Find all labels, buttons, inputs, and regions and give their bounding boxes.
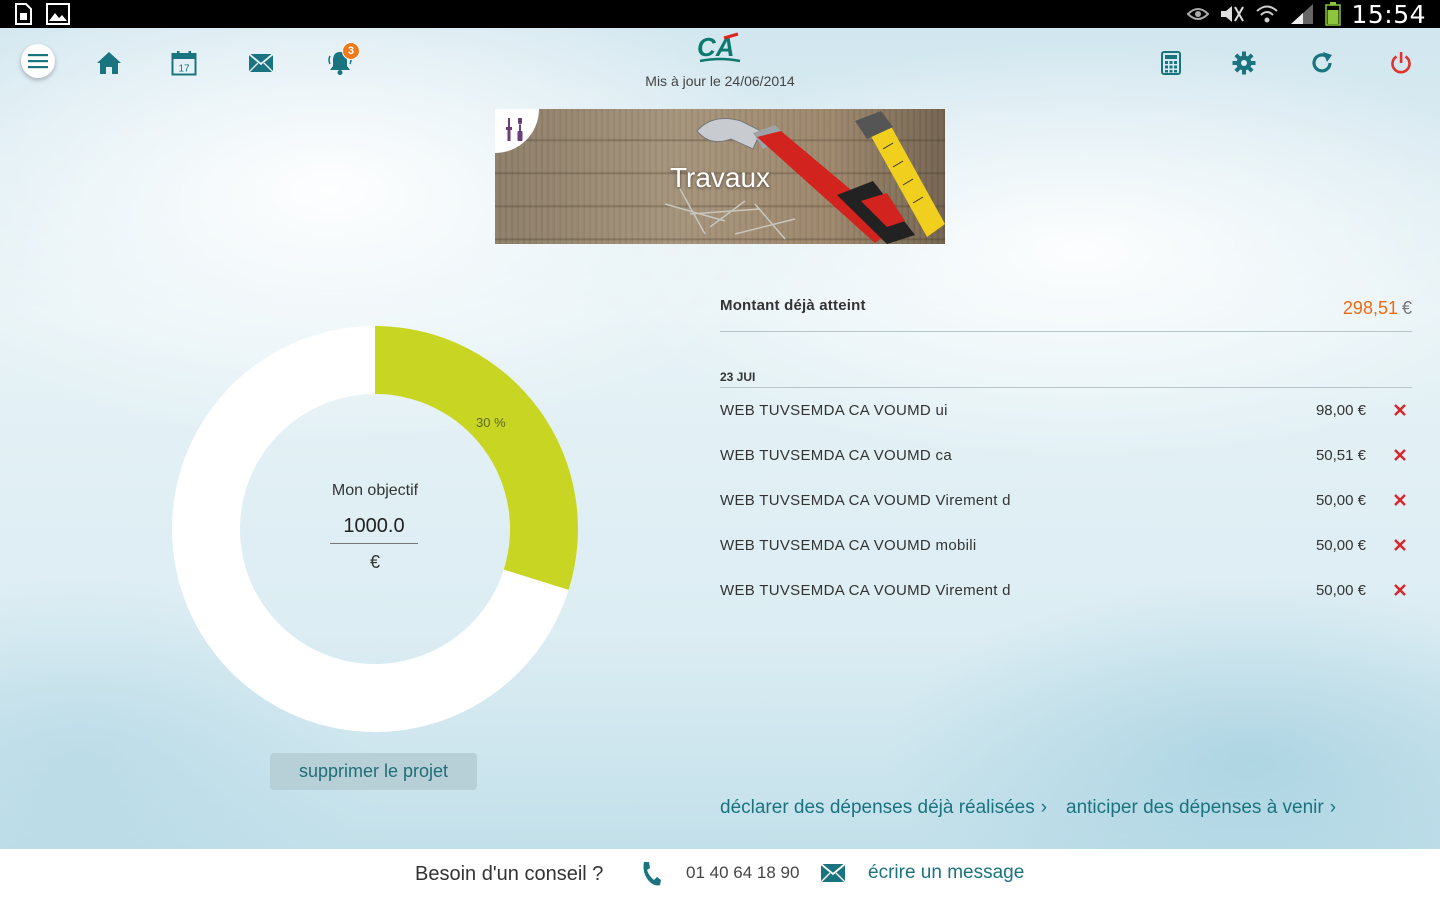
sim-card-icon: [15, 3, 32, 25]
mail-icon: [820, 863, 846, 883]
status-time: 15:54: [1351, 0, 1426, 29]
write-message-icon-button[interactable]: [820, 863, 846, 888]
chevron-right-icon: ›: [1040, 797, 1048, 818]
transactions-date-header: 23 JUI: [720, 368, 1412, 388]
amount-reached-label: Montant déjà atteint: [720, 297, 866, 314]
logout-button[interactable]: [1386, 48, 1416, 78]
delete-transaction-button[interactable]: [1390, 580, 1410, 600]
transaction-row: WEB TUVSEMDA CA VOUMD mobili 50,00 €: [720, 524, 1412, 569]
transaction-amount: 50,00 €: [1315, 537, 1366, 554]
write-message-link[interactable]: écrire un message: [868, 862, 1024, 884]
transaction-amount: 50,00 €: [1315, 492, 1366, 509]
call-button[interactable]: [640, 861, 662, 892]
progress-percent-label: 30 %: [476, 415, 506, 430]
declare-past-expenses-label: déclarer des dépenses déjà réalisées: [720, 797, 1035, 818]
amount-reached-number: 298,51: [1342, 298, 1398, 318]
gear-icon: [1232, 51, 1256, 75]
app-toolbar: 17 3 CA Mis à jour le 24/06/2014: [0, 28, 1440, 98]
menu-icon: [28, 54, 48, 69]
power-icon: [1391, 52, 1411, 74]
image-icon: [46, 3, 70, 25]
anticipate-future-expenses-label: anticiper des dépenses à venir: [1066, 797, 1324, 818]
transaction-label: WEB TUVSEMDA CA VOUMD mobili: [720, 537, 977, 554]
transaction-amount: 50,51 €: [1315, 447, 1366, 464]
calculator-button[interactable]: [1156, 48, 1186, 78]
chevron-right-icon: ›: [1329, 797, 1337, 818]
refresh-icon: [1312, 52, 1332, 73]
close-icon: [1394, 584, 1406, 596]
advice-label: Besoin d'un conseil ?: [415, 863, 604, 885]
phone-icon: [643, 862, 661, 886]
transaction-row: WEB TUVSEMDA CA VOUMD Virement d 50,00 €: [720, 479, 1412, 524]
close-icon: [1394, 494, 1406, 506]
project-title: Travaux: [669, 162, 771, 193]
eye-icon: [1187, 8, 1210, 20]
wifi-icon: [1256, 5, 1279, 23]
goal-amount-input[interactable]: 1000.0: [330, 512, 418, 544]
transaction-label: WEB TUVSEMDA CA VOUMD ui: [720, 402, 948, 419]
close-icon: [1394, 449, 1406, 461]
transaction-row: WEB TUVSEMDA CA VOUMD Virement d 50,00 €: [720, 569, 1412, 614]
declare-past-expenses-link[interactable]: déclarer des dépenses déjà réalisées ›: [720, 797, 1047, 819]
tools-icon: [506, 118, 523, 141]
mute-icon: [1221, 6, 1245, 22]
refresh-button[interactable]: [1307, 48, 1337, 78]
delete-transaction-button[interactable]: [1390, 400, 1410, 420]
delete-transaction-button[interactable]: [1390, 535, 1410, 555]
transaction-amount: 98,00 €: [1315, 402, 1366, 419]
home-icon: [97, 52, 121, 74]
close-icon: [1394, 404, 1406, 416]
mail-icon: [248, 53, 274, 73]
credit-agricole-logo: CA: [697, 32, 741, 63]
anticipate-future-expenses-link[interactable]: anticiper des dépenses à venir ›: [1066, 797, 1336, 819]
last-updated-text: Mis à jour le 24/06/2014: [645, 73, 795, 89]
calculator-icon: [1161, 51, 1181, 75]
amount-reached-currency: €: [1401, 298, 1412, 318]
goal-label: Mon objectif: [331, 482, 419, 499]
delete-transaction-button[interactable]: [1390, 445, 1410, 465]
transaction-label: WEB TUVSEMDA CA VOUMD ca: [720, 447, 952, 464]
transaction-row: WEB TUVSEMDA CA VOUMD ui 98,00 €: [720, 389, 1412, 434]
close-icon: [1394, 539, 1406, 551]
donut-progress-segment: [375, 326, 578, 590]
settings-button[interactable]: [1229, 48, 1259, 78]
notification-badge: 3: [342, 42, 360, 60]
phone-number[interactable]: 01 40 64 18 90: [686, 863, 799, 883]
status-bar: 15:54: [0, 0, 1440, 29]
delete-transaction-button[interactable]: [1390, 490, 1410, 510]
signal-icon: [1291, 4, 1314, 24]
amount-reached-value: 298,51 €: [1343, 298, 1412, 319]
transaction-label: WEB TUVSEMDA CA VOUMD Virement d: [720, 582, 1011, 599]
delete-project-button[interactable]: supprimer le projet: [270, 753, 477, 790]
amount-reached-row: Montant déjà atteint 298,51 €: [720, 290, 1412, 332]
goal-currency: €: [369, 552, 380, 572]
battery-icon: [1325, 2, 1342, 26]
transactions-date: 23 JUI: [720, 370, 756, 384]
transactions-list: WEB TUVSEMDA CA VOUMD ui 98,00 € WEB TUV…: [720, 389, 1412, 614]
transaction-row: WEB TUVSEMDA CA VOUMD ca 50,51 €: [720, 434, 1412, 479]
transaction-label: WEB TUVSEMDA CA VOUMD Virement d: [720, 492, 1011, 509]
advice-footer: Besoin d'un conseil ? 01 40 64 18 90 écr…: [0, 849, 1440, 900]
transaction-amount: 50,00 €: [1315, 582, 1366, 599]
